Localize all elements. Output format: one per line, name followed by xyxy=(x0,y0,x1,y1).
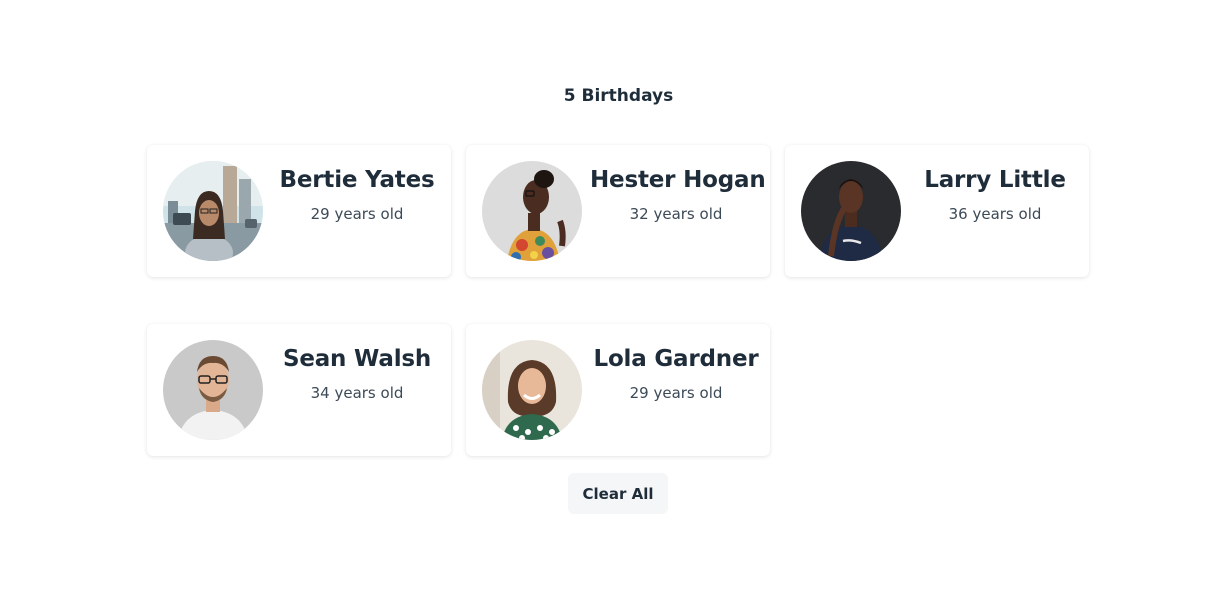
page-title: 5 Birthdays xyxy=(563,86,674,106)
person-info: Lola Gardner 29 years old xyxy=(590,344,762,403)
person-age: 32 years old xyxy=(629,205,723,223)
person-card: Bertie Yates 29 years old xyxy=(147,145,451,277)
person-age: 29 years old xyxy=(629,384,723,402)
person-name: Lola Gardner xyxy=(593,346,759,372)
person-avatar xyxy=(163,161,263,261)
person-info: Larry Little 36 years old xyxy=(909,165,1081,224)
person-card: Larry Little 36 years old xyxy=(785,145,1089,277)
person-info: Sean Walsh 34 years old xyxy=(271,344,443,403)
person-card: Lola Gardner 29 years old xyxy=(466,324,770,456)
birthday-reminder-page: 5 Birthdays Bertie Yates 29 years old He… xyxy=(0,0,1220,591)
person-info: Bertie Yates 29 years old xyxy=(271,165,443,224)
birthday-list: Bertie Yates 29 years old Hester Hogan 3… xyxy=(147,145,1090,456)
clear-all-button[interactable]: Clear All xyxy=(568,473,668,514)
person-card: Sean Walsh 34 years old xyxy=(147,324,451,456)
person-avatar xyxy=(163,340,263,440)
person-avatar xyxy=(801,161,901,261)
person-name: Bertie Yates xyxy=(279,167,435,193)
person-info: Hester Hogan 32 years old xyxy=(590,165,766,224)
person-avatar xyxy=(482,340,582,440)
person-avatar xyxy=(482,161,582,261)
person-name: Hester Hogan xyxy=(590,167,766,193)
person-name: Sean Walsh xyxy=(282,346,432,372)
person-age: 29 years old xyxy=(310,205,404,223)
person-age: 34 years old xyxy=(310,384,404,402)
person-name: Larry Little xyxy=(924,167,1066,193)
person-card: Hester Hogan 32 years old xyxy=(466,145,770,277)
person-age: 36 years old xyxy=(948,205,1042,223)
